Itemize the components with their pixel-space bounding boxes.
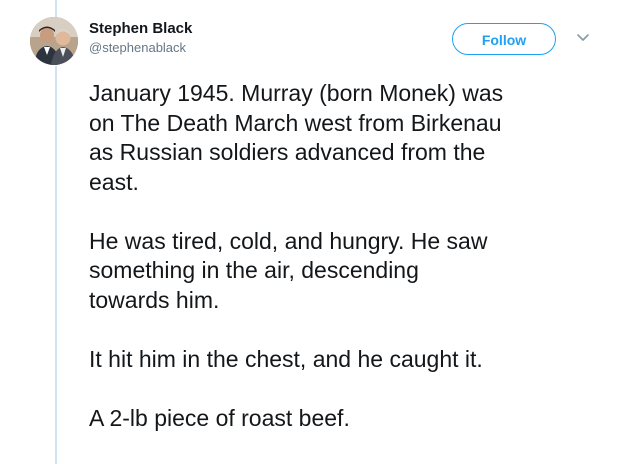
- follow-button[interactable]: Follow: [452, 23, 556, 55]
- avatar[interactable]: [30, 17, 78, 65]
- chevron-down-icon[interactable]: [576, 30, 590, 44]
- tweet-paragraph: It hit him in the chest, and he caught i…: [89, 345, 483, 372]
- thread-connector: [55, 66, 57, 464]
- tweet-paragraph: A 2-lb piece of roast beef.: [89, 404, 350, 431]
- thread-connector-top: [55, 0, 57, 18]
- tweet-paragraph: January 1945. Murray (born Monek) was on…: [89, 80, 504, 195]
- author-name[interactable]: Stephen Black: [89, 20, 192, 38]
- author-handle[interactable]: @stephenablack: [89, 40, 192, 56]
- tweet-text: January 1945. Murray (born Monek) was on…: [89, 79, 609, 433]
- profile-photo-icon: [30, 17, 78, 65]
- tweet-paragraph: He was tired, cold, and hungry. He saw s…: [89, 227, 488, 313]
- author-info[interactable]: Stephen Black @stephenablack: [89, 20, 192, 56]
